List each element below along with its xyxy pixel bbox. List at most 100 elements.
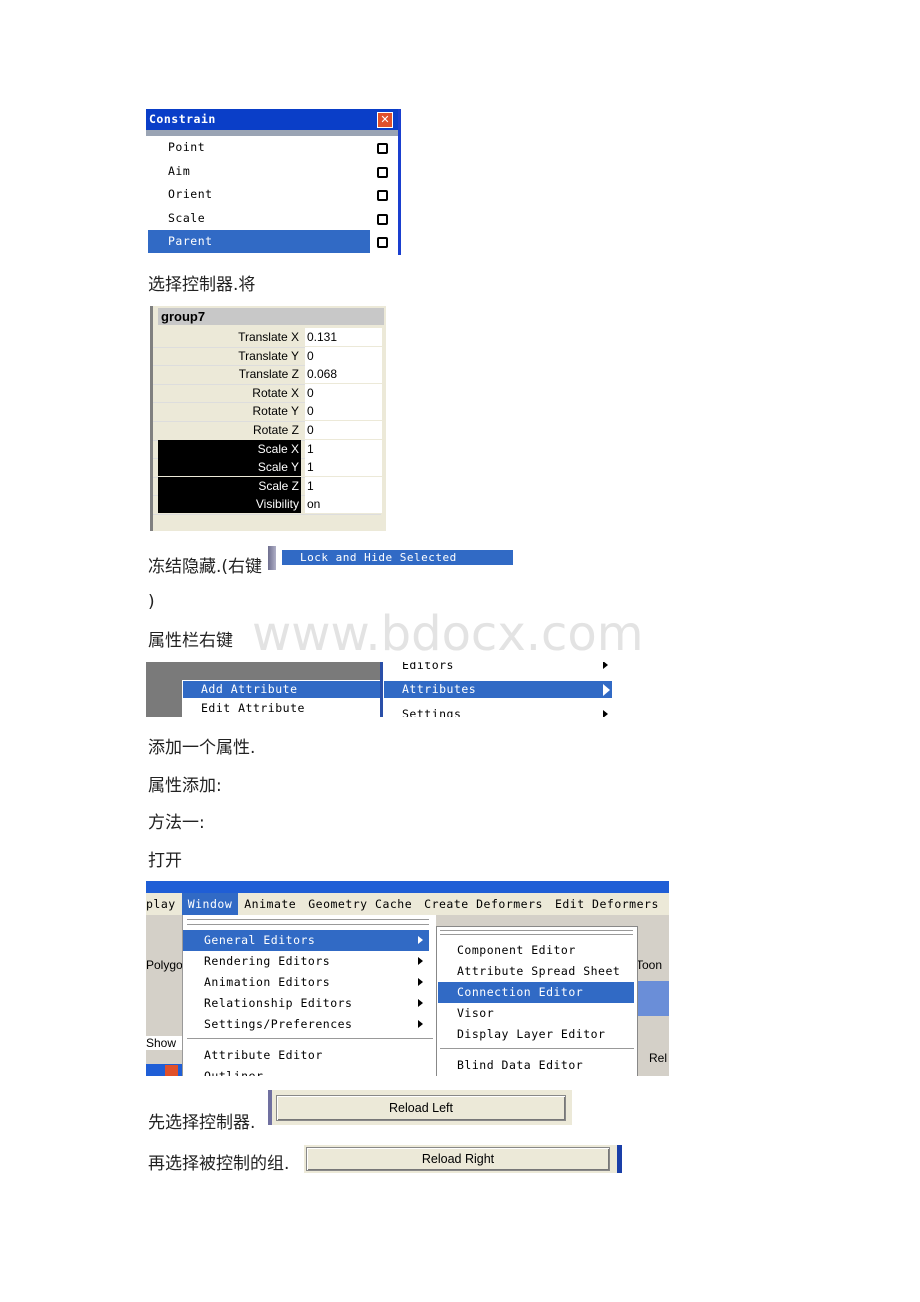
channel-row[interactable]: Scale X1 <box>153 439 382 460</box>
general-editors-item[interactable]: Component Editor <box>438 940 634 961</box>
channel-label[interactable]: Scale X <box>158 439 301 458</box>
channel-value[interactable]: 0.131 <box>305 328 382 346</box>
label: Rendering Editors <box>204 954 331 968</box>
option-box-icon[interactable] <box>377 143 388 154</box>
channel-label[interactable]: Rotate Y <box>158 402 301 420</box>
window-menu-item[interactable]: Settings/Preferences <box>183 1014 429 1035</box>
menu-separator <box>187 1038 433 1039</box>
option-box-icon[interactable] <box>377 166 388 178</box>
constrain-item-scale[interactable]: Scale <box>148 207 393 230</box>
tear-off-bar[interactable] <box>187 919 429 925</box>
channel-label[interactable]: Translate X <box>158 328 301 346</box>
settings-menu-item[interactable]: Settings <box>384 706 612 717</box>
channel-value[interactable]: 1 <box>305 476 382 495</box>
watermark: www.bdocx.com <box>252 606 644 662</box>
menubar-item[interactable]: play <box>146 893 182 915</box>
paragraph: 选择控制器.将 <box>148 275 256 295</box>
submenu-arrow-icon <box>603 684 610 696</box>
label: Animation Editors <box>204 975 331 989</box>
window-menu-item[interactable]: Rendering Editors <box>183 951 429 972</box>
channel-label[interactable]: Rotate Z <box>158 421 301 439</box>
menubar-item[interactable]: Geometry Cache <box>302 893 418 915</box>
channel-label[interactable]: Visibility <box>158 495 301 514</box>
channel-row[interactable]: Rotate X0 <box>153 383 382 404</box>
attributes-menu-item[interactable]: Attributes <box>384 681 612 698</box>
channel-value[interactable]: 0 <box>305 421 382 439</box>
window-menu: General Editors Rendering Editors Animatio… <box>182 915 436 1076</box>
channel-value[interactable]: 0 <box>305 346 382 365</box>
window-menu-item[interactable]: General Editors <box>183 930 429 951</box>
window-menu-item[interactable]: Attribute Editor <box>183 1045 429 1066</box>
channel-row[interactable]: Rotate Y0 <box>153 402 382 422</box>
constrain-item-point[interactable]: Point <box>148 136 393 159</box>
channel-label[interactable]: Scale Y <box>158 458 301 477</box>
menu-title: Constrain <box>149 112 216 126</box>
channel-box: group7 Translate X 0.131 Translate Y 0 Trans… <box>150 306 386 531</box>
option-box-icon[interactable] <box>377 190 388 201</box>
channel-row[interactable]: Rotate Z0 <box>153 421 382 441</box>
channel-label[interactable]: Translate Y <box>158 347 301 365</box>
channel-row[interactable]: Scale Z1 <box>153 476 382 497</box>
constrain-item-parent[interactable]: Parent <box>148 230 370 253</box>
channel-row[interactable]: Translate X 0.131 <box>153 328 382 348</box>
lock-and-hide-selected-menu-item[interactable]: Lock and Hide Selected <box>282 550 513 565</box>
show-menu[interactable]: Show <box>146 1036 182 1050</box>
constrain-menu: Constrain ✕ Point Aim Orient Scale Parent <box>146 109 401 255</box>
channel-row[interactable]: Translate Y0 <box>153 346 382 367</box>
paragraph: 再选择被控制的组. <box>148 1154 290 1174</box>
window-menu-item[interactable]: Relationship Editors <box>183 993 429 1014</box>
tear-off-bar[interactable] <box>440 930 633 935</box>
label: Settings/Preferences <box>204 1017 353 1031</box>
shelf-tab-polygons[interactable]: Polygo <box>146 958 183 972</box>
edit-attribute-menu-item[interactable]: Edit Attribute <box>183 700 305 717</box>
submenu-arrow-icon <box>418 957 423 965</box>
option-box-icon[interactable] <box>377 213 388 225</box>
submenu-arrow-icon <box>418 978 423 986</box>
close-icon[interactable] <box>165 1065 178 1076</box>
general-editors-item[interactable]: Connection Editor <box>438 982 634 1003</box>
channel-label[interactable]: Rotate X <box>158 384 301 402</box>
submenu-arrow-icon <box>603 662 608 669</box>
general-editors-item[interactable]: Display Layer Editor <box>438 1024 634 1045</box>
constrain-item-orient[interactable]: Orient <box>148 183 393 206</box>
menubar-item[interactable]: Sk <box>665 893 669 915</box>
channel-value[interactable]: 0.068 <box>305 365 382 384</box>
label: Relationship Editors <box>204 996 353 1010</box>
window-menu-item[interactable]: Outliner <box>183 1066 429 1076</box>
paragraph: 方法一: <box>148 813 205 833</box>
constrain-title-bar: Constrain <box>146 109 398 130</box>
close-icon[interactable]: ✕ <box>377 112 393 128</box>
general-editors-item[interactable]: Visor <box>438 1003 634 1024</box>
channel-value[interactable]: on <box>305 495 382 514</box>
reload-left-button[interactable]: Reload Left <box>276 1095 566 1121</box>
channel-label[interactable]: Scale Z <box>158 476 301 495</box>
add-attribute-menu-item[interactable]: Add Attribute <box>183 681 380 698</box>
object-name: group7 <box>158 308 384 325</box>
menubar-item[interactable]: Animate <box>238 893 302 915</box>
channel-value[interactable]: 1 <box>305 458 382 477</box>
reload-button-partial[interactable]: Rel <box>649 1051 667 1065</box>
channel-row[interactable]: Visibility on <box>153 495 382 515</box>
menu-edge <box>268 546 276 570</box>
editors-menu-item[interactable]: Editors <box>384 662 612 674</box>
channel-row[interactable]: Translate Z 0.068 <box>153 365 382 385</box>
channel-row[interactable]: Scale Y1 <box>153 458 382 478</box>
option-box-icon[interactable] <box>377 237 388 248</box>
menubar-item[interactable]: Create Deformers <box>418 893 549 915</box>
maya-window-screenshot: play Window Animate Geometry Cache Create De… <box>146 881 669 1076</box>
label: Outliner <box>204 1069 264 1076</box>
general-editors-item[interactable]: Blind Data Editor <box>438 1055 634 1076</box>
menubar-item[interactable]: Window <box>181 893 239 915</box>
attribute-context-menu: Add Attribute Edit Attribute Editors Att… <box>146 662 612 717</box>
channel-value[interactable]: 1 <box>305 439 382 458</box>
window-menu-item[interactable]: Animation Editors <box>183 972 429 993</box>
general-editors-item[interactable]: Attribute Spread Sheet <box>438 961 634 982</box>
channel-label[interactable]: Translate Z <box>158 365 301 383</box>
paragraph: 冻结隐藏.(右键 <box>148 557 263 577</box>
shelf-tab-toon[interactable]: Toon <box>636 958 662 972</box>
channel-value[interactable]: 0 <box>305 383 382 402</box>
constrain-item-aim[interactable]: Aim <box>148 160 393 183</box>
channel-value[interactable]: 0 <box>305 402 382 421</box>
reload-right-button[interactable]: Reload Right <box>306 1147 610 1171</box>
menubar-item[interactable]: Edit Deformers <box>549 893 665 915</box>
